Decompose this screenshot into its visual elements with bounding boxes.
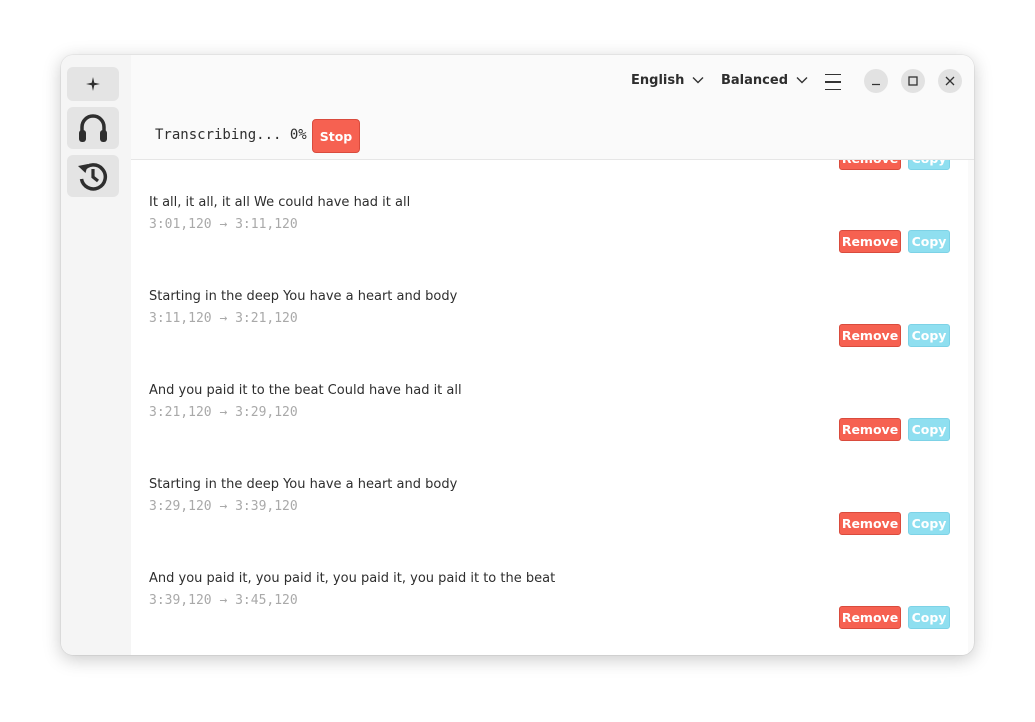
remove-button[interactable]: Remove (839, 418, 901, 441)
copy-button[interactable]: Copy (908, 230, 950, 253)
header-bar: English Balanced Transcribing... 0% Stop (131, 55, 974, 160)
entry-text: It all, it all, it all We could have had… (149, 195, 411, 210)
remove-button[interactable]: Remove (839, 512, 901, 535)
copy-button[interactable]: Copy (908, 606, 950, 629)
maximize-button[interactable] (901, 69, 925, 93)
history-icon (78, 163, 108, 191)
sidebar (61, 55, 131, 655)
copy-button[interactable]: Copy (908, 512, 950, 535)
app-window: English Balanced Transcribing... 0% Stop… (61, 55, 974, 655)
quality-value: Balanced (721, 72, 788, 88)
chevron-down-icon (796, 77, 808, 84)
sparkle-icon (86, 77, 100, 91)
list-item: And you paid it to the beat Could have h… (131, 383, 968, 477)
entry-timestamp: 3:01,120 → 3:11,120 (149, 217, 298, 232)
list-item: Starting in the deep You have a heart an… (131, 289, 968, 383)
close-button[interactable] (938, 69, 962, 93)
stop-button[interactable]: Stop (312, 119, 360, 153)
sidebar-item-transcribe[interactable] (67, 107, 119, 149)
menu-line (825, 74, 841, 76)
menu-line (825, 88, 841, 90)
transcription-status: Transcribing... 0% (155, 127, 307, 143)
list-item: And you paid it, you paid it, you paid i… (131, 571, 968, 655)
copy-button[interactable]: Copy (908, 418, 950, 441)
transcript-list[interactable]: Remove Copy It all, it all, it all We co… (131, 160, 968, 655)
sidebar-item-history[interactable] (67, 155, 119, 197)
hamburger-menu-button[interactable] (825, 72, 841, 92)
copy-button[interactable]: Copy (908, 160, 950, 170)
minimize-icon (872, 83, 880, 86)
copy-button[interactable]: Copy (908, 324, 950, 347)
entry-timestamp: 3:39,120 → 3:45,120 (149, 593, 298, 608)
chevron-down-icon (692, 77, 704, 84)
maximize-icon (908, 76, 918, 86)
list-item: Starting in the deep You have a heart an… (131, 477, 968, 571)
entry-timestamp: 3:21,120 → 3:29,120 (149, 405, 298, 420)
remove-button[interactable]: Remove (839, 160, 901, 170)
entry-timestamp: 3:29,120 → 3:39,120 (149, 499, 298, 514)
remove-button[interactable]: Remove (839, 606, 901, 629)
entry-timestamp: 3:11,120 → 3:21,120 (149, 311, 298, 326)
language-dropdown[interactable]: English (631, 71, 704, 89)
entry-text: Starting in the deep You have a heart an… (149, 289, 458, 304)
quality-dropdown[interactable]: Balanced (721, 71, 808, 89)
minimize-button[interactable] (864, 69, 888, 93)
menu-line (825, 81, 841, 83)
remove-button[interactable]: Remove (839, 230, 901, 253)
entry-text: And you paid it to the beat Could have h… (149, 383, 462, 398)
entry-text: And you paid it, you paid it, you paid i… (149, 571, 556, 586)
close-icon (945, 76, 955, 86)
remove-button[interactable]: Remove (839, 324, 901, 347)
language-value: English (631, 72, 685, 88)
list-item: It all, it all, it all We could have had… (131, 195, 968, 289)
entry-text: Starting in the deep You have a heart an… (149, 477, 458, 492)
headphones-icon (79, 114, 107, 142)
sidebar-item-ai-icon[interactable] (67, 67, 119, 101)
